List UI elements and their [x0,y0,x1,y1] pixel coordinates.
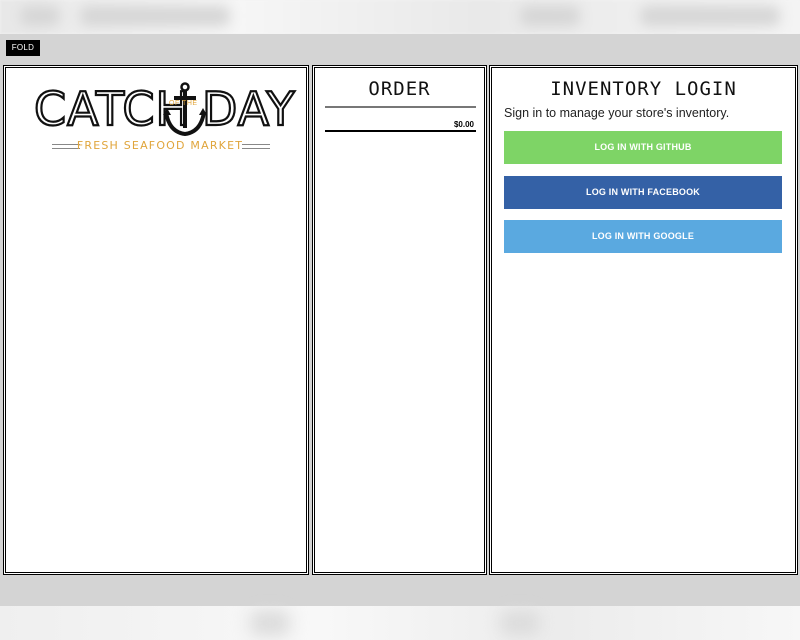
app-frame: FOLD CATCH OF THE DAY FRESH SEAFOOD MARK… [0,34,800,606]
logo: CATCH OF THE DAY FRESH SEAFOOD MARKET [32,82,296,156]
blurred-top-bar [0,0,800,34]
blurred-bottom-bar [0,606,800,640]
inventory-panel: INVENTORY LOGIN Sign in to manage your s… [489,65,798,575]
github-login-button[interactable]: LOG IN WITH GITHUB [504,131,782,164]
menu-panel: CATCH OF THE DAY FRESH SEAFOOD MARKET [3,65,309,575]
facebook-login-button[interactable]: LOG IN WITH FACEBOOK [504,176,782,209]
order-panel: ORDER $0.00 [312,65,487,575]
google-login-button[interactable]: LOG IN WITH GOOGLE [504,220,782,253]
logo-word-day: DAY [201,82,296,136]
order-total-rule [325,130,476,132]
fold-button[interactable]: FOLD [6,40,40,56]
order-divider [325,106,476,108]
logo-rule-right [242,144,270,149]
anchor-icon [163,82,207,137]
order-title: ORDER [368,78,431,100]
inventory-title: INVENTORY LOGIN [550,78,737,100]
logo-word-of-the: OF THE [169,100,198,107]
inventory-description: Sign in to manage your store's inventory… [504,106,730,120]
order-total: $0.00 [453,120,474,129]
